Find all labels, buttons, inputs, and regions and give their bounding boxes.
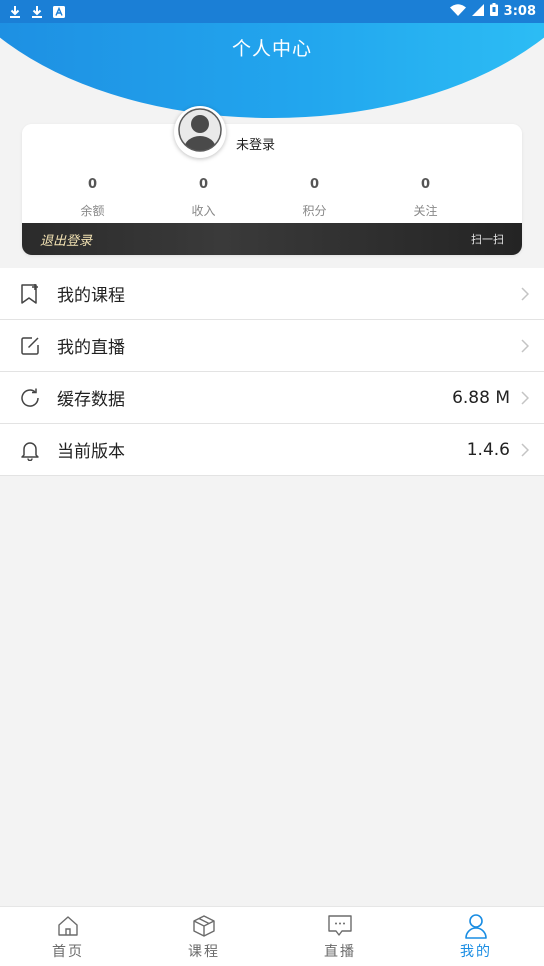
signal-icon — [471, 3, 484, 20]
chat-bubble-icon — [327, 913, 353, 939]
stat-label: 积分 — [302, 204, 327, 218]
nav-label: 我的 — [460, 944, 492, 960]
refresh-icon — [18, 386, 42, 410]
wifi-icon — [449, 3, 466, 20]
chevron-right-icon — [518, 442, 532, 457]
bell-icon — [18, 438, 42, 462]
stat-label: 余额 — [80, 204, 105, 218]
version-value: 1.4.6 — [466, 439, 510, 460]
nav-courses[interactable]: 课程 — [136, 907, 272, 966]
nav-home[interactable]: 首页 — [0, 907, 136, 966]
scan-button[interactable]: 扫一扫 — [471, 231, 504, 247]
status-bar-left — [8, 5, 65, 19]
profile-card-footer: 退出登录 扫一扫 — [22, 223, 522, 255]
nav-me[interactable]: 我的 — [408, 907, 544, 966]
battery-icon — [489, 3, 498, 20]
bookmark-plus-icon — [18, 282, 42, 306]
bottom-nav: 首页 课程 直播 我的 — [0, 906, 544, 966]
menu-item-label: 当前版本 — [57, 442, 125, 462]
stat-balance[interactable]: 0 余额 — [37, 176, 148, 222]
stat-points[interactable]: 0 积分 — [259, 176, 370, 222]
menu-item-my-live[interactable]: 我的直播 — [0, 320, 544, 372]
avatar-placeholder-icon — [177, 107, 223, 157]
login-status[interactable]: 未登录 — [236, 134, 275, 153]
cache-size-value: 6.88 M — [452, 387, 510, 408]
page-title: 个人中心 — [231, 38, 312, 60]
settings-menu: 我的课程 我的直播 缓存数据 6.88 M 当前版本 1.4.6 — [0, 268, 544, 476]
stat-label: 收入 — [191, 204, 216, 218]
stat-income[interactable]: 0 收入 — [148, 176, 259, 222]
user-icon — [463, 913, 489, 939]
chevron-right-icon — [518, 390, 532, 405]
menu-item-label: 缓存数据 — [57, 390, 125, 410]
chevron-right-icon — [518, 338, 532, 353]
menu-item-label: 我的课程 — [57, 286, 125, 306]
chevron-right-icon — [518, 286, 532, 301]
app-notification-icon — [52, 5, 65, 19]
screen: 3:08 个人中心 退出登录 扫一扫 未登录 0 余额 0 收入 0 积分 0 … — [0, 0, 544, 966]
download-icon — [8, 5, 21, 19]
status-time: 3:08 — [503, 4, 536, 19]
logout-button[interactable]: 退出登录 — [40, 230, 92, 249]
status-bar-right: 3:08 — [449, 3, 536, 20]
stat-value: 0 — [420, 177, 431, 192]
profile-stats: 0 余额 0 收入 0 积分 0 关注 — [22, 176, 522, 222]
stat-value: 0 — [87, 177, 98, 192]
menu-item-my-courses[interactable]: 我的课程 — [0, 268, 544, 320]
stat-label: 关注 — [413, 204, 438, 218]
nav-live[interactable]: 直播 — [272, 907, 408, 966]
status-bar: 3:08 — [0, 0, 544, 23]
download-icon — [30, 5, 43, 19]
menu-item-label: 我的直播 — [57, 338, 125, 358]
menu-item-cache-data[interactable]: 缓存数据 6.88 M — [0, 372, 544, 424]
stat-value: 0 — [309, 177, 320, 192]
edit-square-icon — [18, 334, 42, 358]
menu-item-version[interactable]: 当前版本 1.4.6 — [0, 424, 544, 476]
nav-label: 课程 — [188, 944, 220, 960]
stat-value: 0 — [198, 177, 209, 192]
avatar[interactable] — [174, 106, 226, 158]
home-icon — [55, 913, 81, 939]
nav-label: 首页 — [52, 944, 84, 960]
box-icon — [191, 913, 217, 939]
stat-following[interactable]: 0 关注 — [370, 176, 481, 222]
nav-label: 直播 — [324, 944, 356, 960]
